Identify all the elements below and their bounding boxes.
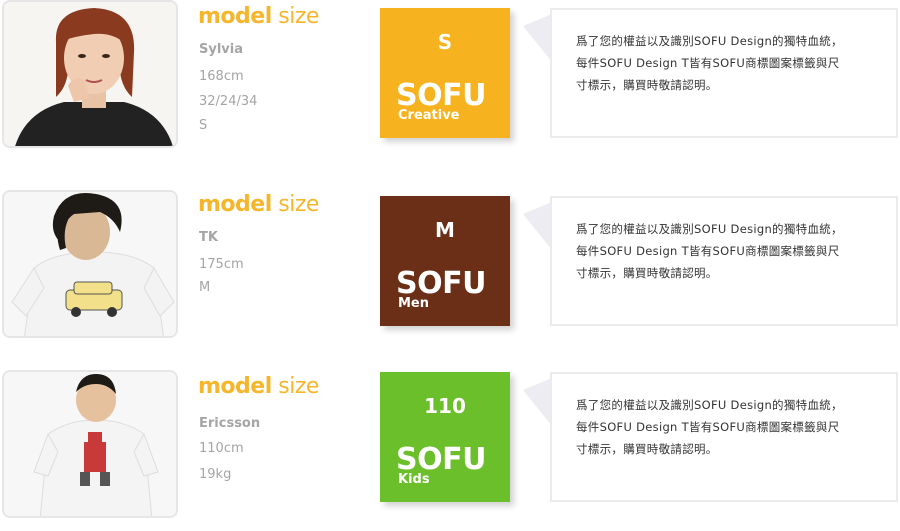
model-row-tk: model size TK 175cm M M SOFU Men 爲了您的權益以… xyxy=(0,186,900,338)
model-row-sylvia: model size Sylvia 168cm 32/24/34 S S SOF… xyxy=(0,0,900,150)
authenticity-notice: 爲了您的權益以及識別SOFU Design的獨特血統， 每件SOFU Desig… xyxy=(550,8,898,138)
authenticity-notice: 爲了您的權益以及識別SOFU Design的獨特血統， 每件SOFU Desig… xyxy=(550,196,898,326)
callout-pointer-icon xyxy=(523,202,552,250)
model-photo-illustration xyxy=(4,192,176,336)
notice-line: 寸標示，購買時敬請認明。 xyxy=(576,266,718,280)
size-badge: S SOFU Creative xyxy=(380,8,510,138)
badge-size: M xyxy=(435,218,455,242)
model-photo xyxy=(2,0,178,148)
model-size-label-light: size xyxy=(278,4,319,29)
model-height: 175cm xyxy=(199,257,244,272)
model-height: 110cm xyxy=(199,441,244,456)
authenticity-notice: 爲了您的權益以及識別SOFU Design的獨特血統， 每件SOFU Desig… xyxy=(550,372,898,502)
model-weight: 19kg xyxy=(199,467,232,482)
model-photo-illustration xyxy=(4,372,176,516)
model-size: S xyxy=(199,118,208,133)
model-row-ericsson: model size Ericsson 110cm 19kg 110 SOFU … xyxy=(0,370,900,520)
notice-line: 寸標示，購買時敬請認明。 xyxy=(576,78,718,92)
notice-line: 每件SOFU Design T皆有SOFU商標圖案標籤與尺 xyxy=(576,56,840,70)
badge-line: Creative xyxy=(398,108,460,123)
notice-line: 寸標示，購買時敬請認明。 xyxy=(576,442,718,456)
notice-line: 爲了您的權益以及識別SOFU Design的獨特血統， xyxy=(576,34,843,48)
model-size-label: model size xyxy=(198,192,319,217)
notice-line: 每件SOFU Design T皆有SOFU商標圖案標籤與尺 xyxy=(576,420,840,434)
model-measurements: 32/24/34 xyxy=(199,94,258,109)
notice-line: 每件SOFU Design T皆有SOFU商標圖案標籤與尺 xyxy=(576,244,840,258)
model-size-label: model size xyxy=(198,374,319,399)
model-photo xyxy=(2,370,178,518)
size-badge: 110 SOFU Kids xyxy=(380,372,510,502)
model-size-label-bold: model xyxy=(198,4,272,29)
size-badge: M SOFU Men xyxy=(380,196,510,326)
model-size-label-light: size xyxy=(278,374,319,399)
model-size: M xyxy=(199,280,211,295)
model-photo-illustration xyxy=(4,2,176,146)
badge-size: S xyxy=(437,30,453,54)
notice-line: 爲了您的權益以及識別SOFU Design的獨特血統， xyxy=(576,222,843,236)
callout-pointer-icon xyxy=(523,378,552,426)
model-size-label-bold: model xyxy=(198,374,272,399)
model-name: TK xyxy=(199,230,218,245)
notice-line: 爲了您的權益以及識別SOFU Design的獨特血統， xyxy=(576,398,843,412)
badge-line: Men xyxy=(398,296,430,311)
model-size-label: model size xyxy=(198,4,319,29)
model-name: Ericsson xyxy=(199,416,261,431)
badge-line: Kids xyxy=(398,472,430,487)
model-size-label-bold: model xyxy=(198,192,272,217)
model-photo xyxy=(2,190,178,338)
model-name: Sylvia xyxy=(199,42,243,57)
model-size-label-light: size xyxy=(278,192,319,217)
model-height: 168cm xyxy=(199,69,244,84)
callout-pointer-icon xyxy=(523,14,552,62)
badge-size: 110 xyxy=(424,394,466,418)
